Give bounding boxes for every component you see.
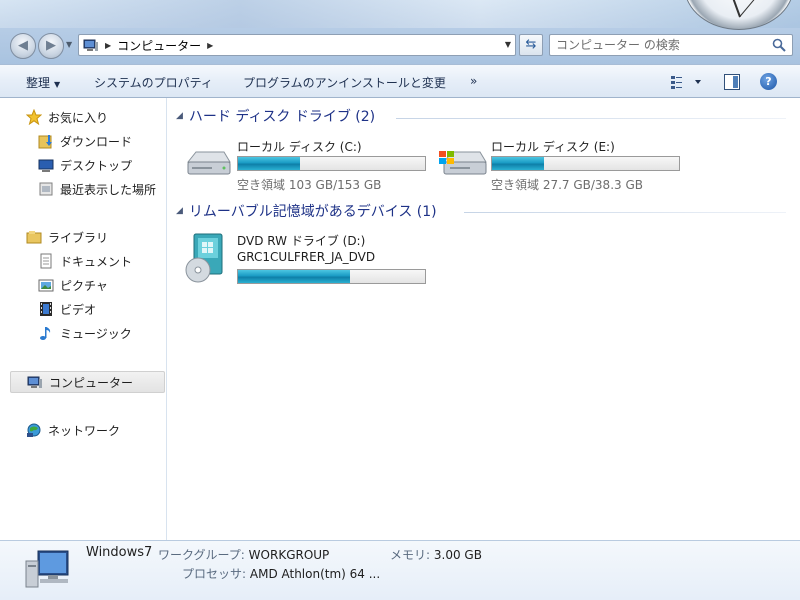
nav-pictures-label: ピクチャ [60, 278, 108, 293]
uninstall-program-button[interactable]: プログラムのアンインストールと変更 [243, 74, 446, 91]
system-properties-button[interactable]: システムのプロパティ [94, 74, 213, 91]
window-frame: ◀ ▶ ▼ ▶ コンピューター ▶ ▼ ⇆ [0, 0, 800, 64]
drive-name: ローカル ディスク (E:) [491, 140, 615, 154]
content-area: ◢ ハード ディスク ドライブ (2) ローカル ディスク (C:) 空き領域 … [168, 98, 800, 540]
nav-desktop-label: デスクトップ [60, 158, 133, 173]
address-dropdown[interactable]: ▼ [505, 40, 511, 49]
nav-videos-label: ビデオ [60, 302, 97, 317]
document-icon [40, 253, 52, 269]
computer-name: Windows7 [86, 545, 153, 560]
nav-network[interactable]: ネットワーク [26, 419, 120, 441]
nav-computer[interactable]: コンピューター [10, 371, 165, 393]
clock-gadget [684, 0, 794, 30]
desktop-icon [38, 159, 54, 172]
nav-documents-label: ドキュメント [60, 254, 133, 269]
collapse-triangle-icon: ◢ [176, 111, 183, 121]
drive-usage-fill [492, 157, 545, 170]
video-icon [40, 302, 52, 316]
workgroup-label: ワークグループ: [158, 548, 245, 562]
group-divider [464, 212, 786, 213]
address-bar[interactable]: ▶ コンピューター ▶ ▼ [78, 34, 516, 56]
search-icon [772, 38, 786, 52]
help-button[interactable]: ? [760, 73, 777, 90]
nav-music-label: ミュージック [60, 326, 132, 341]
windows-drive-icon [439, 151, 487, 175]
nav-computer-label: コンピューター [49, 375, 134, 390]
memory-row: メモリ: 3.00 GB [390, 546, 482, 563]
dvd-drive-icon [185, 233, 223, 283]
preview-pane-button[interactable] [724, 74, 740, 90]
nav-recent-places-label: 最近表示した場所 [60, 182, 157, 197]
nav-videos[interactable]: ビデオ [38, 298, 96, 320]
recent-places-icon [39, 182, 53, 196]
details-pane: Windows7 ワークグループ: WORKGROUP メモリ: 3.00 GB… [0, 540, 800, 600]
nav-favorites[interactable]: お気に入り [26, 106, 108, 128]
drive-usage-bar [237, 156, 426, 171]
memory-label: メモリ: [390, 548, 431, 562]
organize-label: 整理 [26, 76, 51, 90]
nav-desktop[interactable]: デスクトップ [38, 154, 132, 176]
command-bar: 整理 ▼ システムのプロパティ プログラムのアンインストールと変更 » ? [0, 64, 800, 98]
drive-free-space: 空き領域 27.7 GB/38.3 GB [491, 178, 643, 192]
network-icon [27, 423, 41, 437]
drive-usage-bar [491, 156, 680, 171]
nav-pictures[interactable]: ピクチャ [38, 274, 108, 296]
group-header-removable[interactable]: ◢ リムーバブル記憶域があるデバイス (1) [176, 201, 437, 221]
back-button[interactable]: ◀ [10, 33, 36, 59]
processor-row: プロセッサ: AMD Athlon(tm) 64 ... [182, 565, 380, 582]
breadcrumb-computer[interactable]: コンピューター [117, 37, 201, 54]
more-commands-button[interactable]: » [470, 74, 477, 88]
library-icon [26, 231, 42, 244]
workgroup-value: WORKGROUP [248, 548, 330, 562]
nav-libraries[interactable]: ライブラリ [26, 226, 108, 248]
nav-downloads[interactable]: ダウンロード [38, 130, 132, 152]
memory-value: 3.00 GB [433, 548, 482, 562]
music-note-icon [40, 327, 51, 340]
downloads-folder-icon [38, 135, 52, 149]
nav-downloads-label: ダウンロード [60, 134, 133, 149]
computer-icon [27, 376, 42, 388]
disc-label: GRC1CULFRER_JA_DVD [237, 250, 376, 264]
breadcrumb-separator[interactable]: ▶ [105, 41, 111, 50]
processor-label: プロセッサ: [182, 567, 247, 581]
group-header-hdd-label: ハード ディスク ドライブ (2) [188, 109, 376, 125]
drive-name: ローカル ディスク (C:) [237, 140, 362, 154]
computer-large-icon [25, 550, 69, 588]
hard-drive-icon [186, 151, 231, 175]
nav-recent-places[interactable]: 最近表示した場所 [38, 178, 156, 200]
nav-music[interactable]: ミュージック [38, 322, 132, 344]
nav-documents[interactable]: ドキュメント [38, 250, 132, 272]
group-header-removable-label: リムーバブル記憶域があるデバイス (1) [188, 204, 437, 220]
group-divider [396, 118, 786, 119]
chevron-down-icon: ▼ [54, 80, 61, 89]
drive-free-space: 空き領域 103 GB/153 GB [237, 178, 382, 192]
drive-name: DVD RW ドライブ (D:) [237, 234, 366, 248]
organize-button[interactable]: 整理 ▼ [26, 74, 60, 91]
processor-value: AMD Athlon(tm) 64 ... [249, 567, 381, 581]
search-input[interactable] [556, 35, 766, 55]
drive-usage-fill [238, 270, 351, 283]
breadcrumb-separator[interactable]: ▶ [207, 41, 213, 50]
nav-libraries-label: ライブラリ [48, 230, 109, 245]
navigation-pane: お気に入り ダウンロード デスクトップ 最近表示した場所 ライブラリ ドキュメン… [0, 98, 167, 540]
change-view-button[interactable] [670, 73, 706, 91]
search-box[interactable] [549, 34, 793, 56]
picture-icon [38, 279, 54, 292]
group-header-hdd[interactable]: ◢ ハード ディスク ドライブ (2) [176, 106, 375, 126]
drive-usage-fill [238, 157, 300, 170]
drive-usage-bar [237, 269, 426, 284]
collapse-triangle-icon: ◢ [176, 206, 183, 216]
computer-icon [83, 39, 98, 51]
nav-favorites-label: お気に入り [48, 110, 109, 125]
nav-network-label: ネットワーク [48, 423, 121, 438]
refresh-button[interactable]: ⇆ [519, 34, 543, 56]
forward-button[interactable]: ▶ [38, 33, 64, 59]
star-icon [26, 109, 42, 125]
recent-pages-dropdown[interactable]: ▼ [66, 40, 72, 49]
workgroup-row: ワークグループ: WORKGROUP [158, 546, 329, 563]
